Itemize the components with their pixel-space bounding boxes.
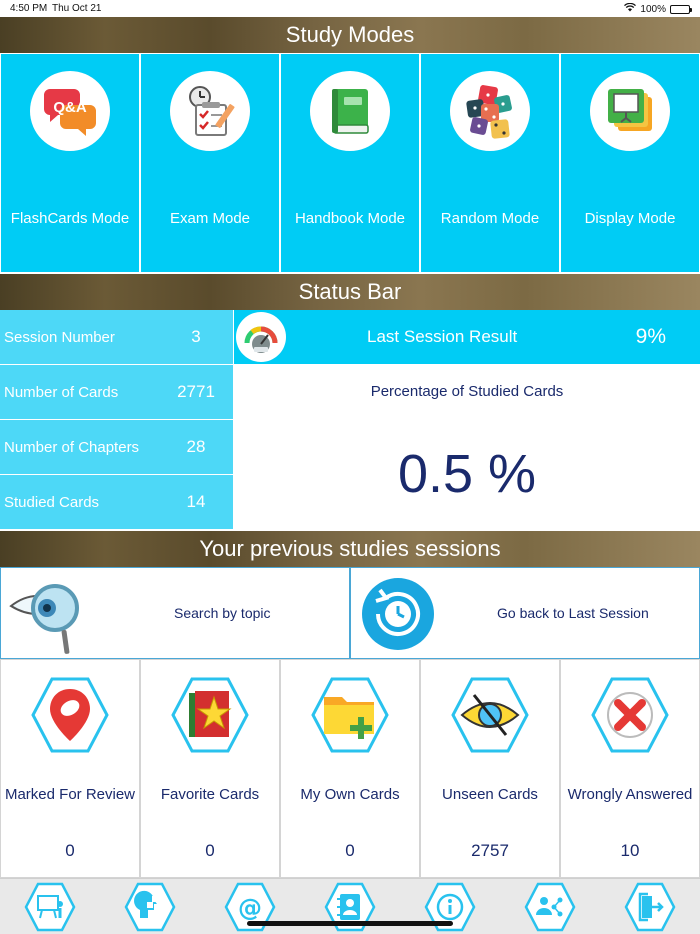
system-status-bar: 4:50 PM Thu Oct 21 100% — [0, 0, 700, 17]
go-back-last-session-label: Go back to Last Session — [497, 605, 649, 621]
clock-time: 4:50 PM — [10, 3, 48, 14]
status-bar-header: Status Bar — [0, 274, 700, 310]
map-pin-icon — [31, 677, 109, 753]
marked-for-review-label: Marked For Review — [4, 786, 136, 803]
last-session-value: 9% — [635, 325, 666, 348]
previous-sessions-row: Search by topic Go back to Last Session — [0, 567, 700, 659]
presentation-icon — [590, 71, 670, 151]
exam-mode-button[interactable]: Exam Mode — [141, 54, 279, 272]
unseen-cards-button[interactable]: Unseen Cards 2757 — [420, 659, 560, 878]
tab-presenter[interactable] — [0, 879, 100, 934]
home-indicator[interactable] — [247, 921, 453, 926]
stat-value: 3 — [191, 327, 201, 346]
flashcards-mode-label: FlashCards Mode — [10, 210, 130, 227]
tab-exit[interactable] — [600, 879, 700, 934]
star-folder-icon — [171, 677, 249, 753]
study-modes-row: Q&A FlashCards Mode Exam Mode Handbook M… — [0, 54, 700, 272]
search-by-topic-button[interactable]: Search by topic — [0, 567, 350, 659]
number-of-cards-row: Number of Cards 2771 — [0, 365, 233, 419]
flashcards-mode-button[interactable]: Q&A FlashCards Mode — [1, 54, 139, 272]
card-categories-row: Marked For Review 0 Favorite Cards 0 My … — [0, 659, 700, 878]
session-number-row: Session Number 3 — [0, 310, 233, 364]
exam-checklist-icon — [170, 71, 250, 151]
folder-add-icon — [311, 677, 389, 753]
last-session-result-bar: Last Session Result 9% — [234, 310, 700, 364]
stat-value: 2771 — [177, 382, 215, 401]
favorite-cards-button[interactable]: Favorite Cards 0 — [140, 659, 280, 878]
stat-value: 28 — [186, 437, 206, 456]
green-book-icon — [310, 71, 390, 151]
unseen-cards-count: 2757 — [471, 841, 509, 860]
unseen-cards-label: Unseen Cards — [442, 786, 538, 803]
share-users-icon — [524, 882, 576, 932]
wrongly-answered-count: 10 — [620, 841, 640, 860]
my-own-cards-count: 0 — [345, 841, 355, 860]
speedometer-icon — [236, 312, 286, 362]
battery-icon — [670, 4, 692, 14]
handbook-mode-button[interactable]: Handbook Mode — [281, 54, 419, 272]
go-back-last-session-button[interactable]: Go back to Last Session — [350, 567, 700, 659]
marked-for-review-count: 0 — [65, 841, 75, 860]
my-own-cards-label: My Own Cards — [300, 786, 400, 803]
study-modes-header: Study Modes — [0, 17, 700, 53]
display-mode-button[interactable]: Display Mode — [561, 54, 699, 272]
qa-bubbles-icon: Q&A — [30, 71, 110, 151]
tab-brain-puzzle[interactable] — [100, 879, 200, 934]
number-of-chapters-row: Number of Chapters 28 — [0, 420, 233, 474]
wrongly-answered-label: Wrongly Answered — [567, 786, 693, 803]
svg-text:Q&A: Q&A — [53, 99, 87, 116]
stat-value: 14 — [186, 492, 206, 511]
tab-share[interactable] — [500, 879, 600, 934]
brain-puzzle-icon — [124, 882, 176, 932]
marked-for-review-button[interactable]: Marked For Review 0 — [0, 659, 140, 878]
svg-text:@: @ — [238, 894, 262, 922]
favorite-cards-count: 0 — [205, 841, 215, 860]
studied-percentage-value: 0.5 % — [397, 444, 537, 504]
search-by-topic-label: Search by topic — [174, 605, 271, 621]
exam-mode-label: Exam Mode — [169, 210, 251, 227]
red-x-icon — [591, 677, 669, 753]
presenter-icon — [24, 882, 76, 932]
dice-icon — [450, 71, 530, 151]
stat-label: Studied Cards — [4, 493, 100, 511]
random-mode-button[interactable]: Random Mode — [421, 54, 559, 272]
exit-icon — [624, 882, 676, 932]
magnifier-eye-icon — [7, 576, 91, 661]
clock-restore-icon — [360, 576, 436, 657]
wifi-icon — [624, 2, 637, 15]
stat-label: Session Number — [4, 328, 115, 346]
favorite-cards-label: Favorite Cards — [160, 786, 260, 803]
last-session-label: Last Session Result — [367, 327, 518, 346]
previous-sessions-header: Your previous studies sessions — [0, 531, 700, 567]
status-panel: Session Number 3 Number of Cards 2771 Nu… — [0, 310, 700, 530]
wrongly-answered-button[interactable]: Wrongly Answered 10 — [560, 659, 700, 878]
handbook-mode-label: Handbook Mode — [294, 210, 406, 227]
studied-percentage-label: Percentage of Studied Cards — [370, 383, 564, 400]
display-mode-label: Display Mode — [584, 210, 676, 227]
battery-percent: 100% — [640, 3, 666, 15]
stat-label: Number of Chapters — [4, 438, 140, 456]
eye-crossed-icon — [451, 677, 529, 753]
random-mode-label: Random Mode — [440, 210, 540, 227]
studied-cards-row: Studied Cards 14 — [0, 475, 233, 529]
stat-label: Number of Cards — [4, 383, 119, 401]
my-own-cards-button[interactable]: My Own Cards 0 — [280, 659, 420, 878]
clock-date: Thu Oct 21 — [52, 3, 102, 14]
